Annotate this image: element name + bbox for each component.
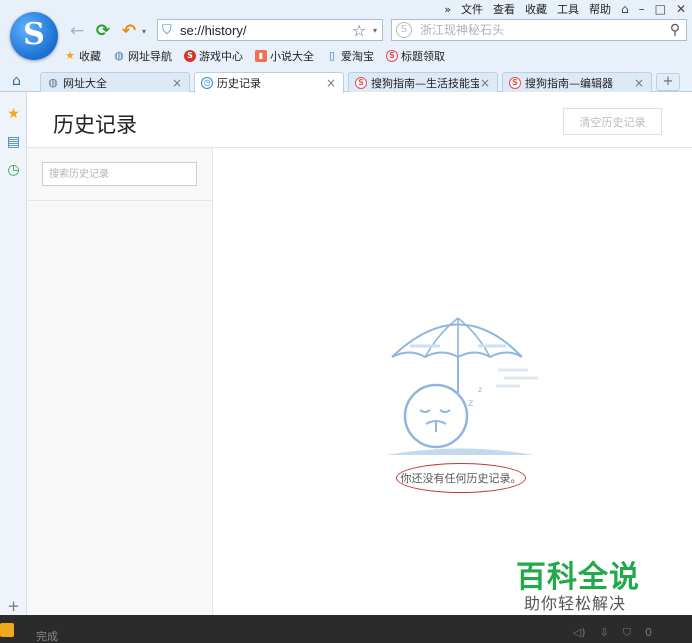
menu-bar: » 文件 查看 收藏 工具 帮助 ⌂ – □ ✕ xyxy=(444,1,686,17)
menu-more[interactable]: » xyxy=(444,3,451,16)
close-icon[interactable]: ✕ xyxy=(676,2,686,16)
status-count: 0 xyxy=(645,626,652,639)
divider xyxy=(27,200,212,201)
close-icon[interactable]: × xyxy=(633,76,645,90)
bookmark-star-icon[interactable]: ☆ xyxy=(350,21,368,40)
browser-chrome: S » 文件 查看 收藏 工具 帮助 ⌂ – □ ✕ ← ⟳ ↶ ▾ ⛉ se:… xyxy=(0,0,692,93)
star-icon: ★ xyxy=(65,49,75,62)
history-icon: ◷ xyxy=(201,77,213,89)
refresh-icon[interactable]: ⟳ xyxy=(90,20,116,42)
menu-tools[interactable]: 工具 xyxy=(557,1,579,17)
globe-icon: ◍ xyxy=(114,49,124,62)
watermark: 百科全说 助你轻松解决 xyxy=(494,550,670,616)
chevron-down-icon[interactable]: ▾ xyxy=(142,27,152,36)
close-icon[interactable]: × xyxy=(325,76,337,90)
status-tray: ◁) ⇩ ⛉ 0 xyxy=(573,626,652,640)
status-text: 完成 xyxy=(36,630,58,643)
bookmark-favorites[interactable]: ★ 收藏 xyxy=(64,48,101,64)
search-input[interactable] xyxy=(420,23,664,37)
bookmark-taobao[interactable]: ▯ 爱淘宝 xyxy=(326,48,374,64)
close-icon[interactable]: × xyxy=(171,76,183,90)
browser-logo[interactable]: S xyxy=(10,12,58,60)
side-rail: ★ ▤ ◷ + xyxy=(0,92,27,615)
back-arrow-icon[interactable]: ← xyxy=(64,20,90,42)
search-icon[interactable]: ⚲ xyxy=(664,22,686,38)
close-icon[interactable]: × xyxy=(479,76,491,90)
bookmark-title[interactable]: S 标题领取 xyxy=(386,48,445,64)
menu-view[interactable]: 查看 xyxy=(493,1,515,17)
watermark-subtitle: 助你轻松解决 xyxy=(524,594,627,613)
bookmark-label: 网址导航 xyxy=(128,50,172,63)
tab-label: 搜狗指南—生活技能宝 xyxy=(371,76,479,90)
bookmarks-bar: ★ 收藏 ◍ 网址导航 S 游戏中心 ▮ 小说大全 ▯ 爱淘宝 S 标题领取 xyxy=(64,47,445,65)
bookmark-label: 爱淘宝 xyxy=(341,50,374,63)
address-url[interactable]: se://history/ xyxy=(180,23,350,38)
bookmark-label: 小说大全 xyxy=(270,50,314,63)
history-search-input[interactable] xyxy=(42,162,197,186)
tab-label: 网址大全 xyxy=(63,76,107,90)
chevron-down-icon[interactable]: ▾ xyxy=(368,26,382,35)
empty-history-message: 你还没有任何历史记录。 xyxy=(396,463,526,493)
svg-text:z: z xyxy=(468,398,473,409)
clear-history-button[interactable]: 清空历史记录 xyxy=(563,108,662,135)
clock-icon[interactable]: ◷ xyxy=(5,162,22,179)
globe-icon: ◍ xyxy=(48,75,58,89)
page-title: 历史记录 xyxy=(53,113,137,137)
status-icon xyxy=(0,623,14,637)
menu-file[interactable]: 文件 xyxy=(461,1,483,17)
bookmark-novels[interactable]: ▮ 小说大全 xyxy=(255,48,314,64)
star-icon[interactable]: ★ xyxy=(5,106,22,123)
history-sidebar xyxy=(27,148,213,615)
nav-buttons: ← ⟳ ↶ ▾ xyxy=(64,19,152,43)
tab-nav[interactable]: ◍ 网址大全 × xyxy=(40,72,190,92)
bookmark-label: 游戏中心 xyxy=(199,50,243,63)
maximize-icon[interactable]: □ xyxy=(655,2,666,16)
menu-help[interactable]: 帮助 xyxy=(589,1,611,17)
sogou-icon: S xyxy=(509,76,521,89)
search-bar[interactable]: S ⚲ xyxy=(391,19,687,41)
shield-icon: ⛉ xyxy=(162,22,172,38)
speaker-icon[interactable]: ◁) xyxy=(573,626,586,640)
menu-favorites[interactable]: 收藏 xyxy=(525,1,547,17)
sogou-icon: S xyxy=(386,50,398,62)
download-icon[interactable]: ⇩ xyxy=(600,626,609,640)
tab-guide-editor[interactable]: S 搜狗指南—编辑器 × xyxy=(502,72,652,92)
new-tab-button[interactable]: + xyxy=(656,73,680,91)
tab-strip: ⌂ ◍ 网址大全 × ◷ 历史记录 × S 搜狗指南—生活技能宝 × S 搜狗指… xyxy=(0,70,692,93)
sogou-icon: S xyxy=(355,76,367,89)
tab-guide-life[interactable]: S 搜狗指南—生活技能宝 × xyxy=(348,72,498,92)
shield-count-icon[interactable]: ⛉ xyxy=(623,626,631,640)
bookmark-nav[interactable]: ◍ 网址导航 xyxy=(113,48,172,64)
home-icon[interactable]: ⌂ xyxy=(12,73,21,89)
empty-history-label: 你还没有任何历史记录。 xyxy=(400,472,522,485)
undo-icon[interactable]: ↶ xyxy=(116,20,142,42)
status-bar: 完成 ◁) ⇩ ⛉ 0 xyxy=(0,615,692,643)
sleeping-umbrella-illustration: z z xyxy=(386,317,538,455)
address-bar[interactable]: ⛉ se://history/ ☆ ▾ xyxy=(157,19,383,41)
game-icon: S xyxy=(184,50,196,62)
svg-text:z: z xyxy=(478,385,482,394)
book-icon: ▮ xyxy=(255,50,267,62)
plus-icon[interactable]: + xyxy=(5,598,22,615)
minimize-icon[interactable]: – xyxy=(639,2,645,16)
tab-history[interactable]: ◷ 历史记录 × xyxy=(194,72,344,93)
reader-icon[interactable]: ▤ xyxy=(5,134,22,151)
bookmark-label: 收藏 xyxy=(79,50,101,63)
tab-label: 搜狗指南—编辑器 xyxy=(525,76,613,90)
sogou-icon[interactable]: S xyxy=(396,22,412,38)
bookmark-games[interactable]: S 游戏中心 xyxy=(184,48,243,64)
doc-icon: ▯ xyxy=(328,49,336,62)
bookmark-label: 标题领取 xyxy=(401,50,445,63)
skin-icon[interactable]: ⌂ xyxy=(621,2,629,16)
tab-label: 历史记录 xyxy=(217,77,261,90)
